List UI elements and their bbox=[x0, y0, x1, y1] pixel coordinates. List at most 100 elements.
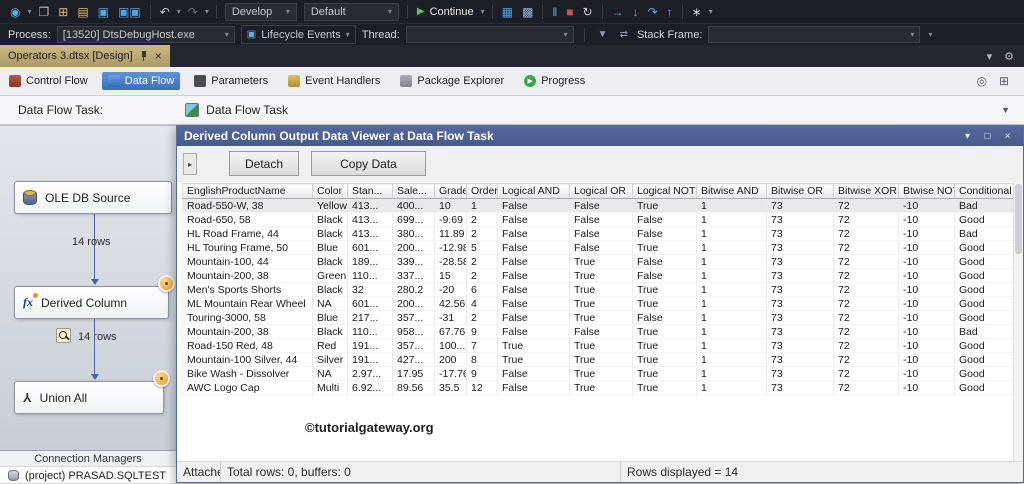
column-header[interactable]: Bitwise XOR bbox=[834, 184, 899, 199]
tab-control-flow[interactable]: Control Flow bbox=[3, 72, 94, 90]
column-header[interactable]: Color bbox=[313, 184, 348, 199]
node-derived-column[interactable]: fx Derived Column bbox=[14, 286, 169, 319]
detach-button[interactable]: Detach bbox=[229, 151, 299, 176]
column-header[interactable]: Grade bbox=[435, 184, 467, 199]
grid-row[interactable]: Road-650, 58Black413...699...-9.692False… bbox=[183, 213, 1021, 227]
column-header[interactable]: Bitwise AND bbox=[697, 184, 767, 199]
maximize-icon[interactable]: □ bbox=[979, 129, 996, 144]
window-icon[interactable]: ❐ bbox=[35, 4, 54, 20]
break-all-icon[interactable]: ‖ bbox=[548, 4, 561, 20]
column-header[interactable]: Logical AND bbox=[498, 184, 570, 199]
grid-cell: -10 bbox=[899, 199, 955, 213]
grid-cell: True bbox=[570, 283, 633, 297]
open-file-icon[interactable]: ▤ bbox=[73, 4, 92, 20]
gear-icon[interactable]: ⚙ bbox=[1004, 50, 1014, 63]
column-header[interactable]: Conditional bbox=[955, 184, 1021, 199]
web-browser-icon[interactable]: ◉ bbox=[6, 4, 24, 20]
grid-row[interactable]: HL Road Frame, 44Black413...380...11.892… bbox=[183, 227, 1021, 241]
data-flow-design-surface[interactable]: OLE DB Source 14 rows fx Derived Column … bbox=[0, 125, 176, 450]
tab-progress[interactable]: Progress bbox=[518, 72, 591, 90]
restart-icon[interactable]: ↻ bbox=[579, 4, 597, 20]
grid-row[interactable]: Mountain-100, 44Black189...339...-28.582… bbox=[183, 255, 1021, 269]
data-flow-task-combo[interactable]: Data Flow Task bbox=[185, 103, 288, 117]
vertical-scrollbar[interactable] bbox=[1013, 182, 1023, 463]
column-header[interactable]: Logical NOT bbox=[633, 184, 697, 199]
configuration-combo[interactable]: Develop▾ bbox=[225, 3, 297, 21]
diagnostics-icon[interactable]: ▦ bbox=[498, 4, 517, 20]
close-icon[interactable]: × bbox=[155, 50, 162, 62]
dialog-title-bar[interactable]: Derived Column Output Data Viewer at Dat… bbox=[177, 126, 1023, 146]
column-chooser-expander[interactable]: ▸ bbox=[183, 153, 197, 175]
column-header[interactable]: Orders bbox=[467, 184, 498, 199]
undo-dropdown-chevron[interactable]: ▾ bbox=[175, 7, 183, 16]
task-bar-overflow-chevron[interactable]: ▼ bbox=[1001, 105, 1024, 115]
grid-cell: 2 bbox=[467, 311, 498, 325]
stack-frame-combo[interactable]: ▾ bbox=[708, 26, 920, 43]
grid-row[interactable]: Men's Sports ShortsBlack32280.2-206False… bbox=[183, 283, 1021, 297]
node-ole-db-source[interactable]: OLE DB Source bbox=[14, 181, 172, 214]
grid-header-row: EnglishProductNameColorStan...Sale...Gra… bbox=[183, 184, 1021, 199]
step-into-icon[interactable]: ↓ bbox=[629, 4, 643, 20]
grid-row[interactable]: Road-150 Red, 48Red191...357...100...7Tr… bbox=[183, 339, 1021, 353]
column-header[interactable]: Stan... bbox=[348, 184, 393, 199]
grid-cell: 11.89 bbox=[435, 227, 467, 241]
show-next-statement-icon[interactable]: → bbox=[608, 4, 628, 20]
tab-package-explorer[interactable]: Package Explorer bbox=[394, 72, 510, 90]
wand-dropdown-chevron[interactable]: ▾ bbox=[707, 7, 715, 16]
grid-row[interactable]: Bike Wash - DissolverNA2.97...17.95-17.7… bbox=[183, 367, 1021, 381]
continue-dropdown-chevron[interactable]: ▾ bbox=[479, 7, 487, 16]
grid-row[interactable]: ML Mountain Rear WheelNA601...200...42.5… bbox=[183, 297, 1021, 311]
thread-combo[interactable]: ▾ bbox=[406, 26, 574, 43]
column-header[interactable]: Bitwise OR bbox=[767, 184, 834, 199]
data-grid[interactable]: EnglishProductNameColorStan...Sale...Gra… bbox=[182, 183, 1021, 395]
package-explorer-icon bbox=[400, 75, 412, 87]
redo-icon[interactable]: ↷ bbox=[184, 4, 202, 20]
column-header[interactable]: Sale... bbox=[393, 184, 435, 199]
grid-row[interactable]: Road-550-W, 38Yellow413...400...101False… bbox=[183, 199, 1021, 213]
continue-button[interactable]: ▶Continue bbox=[413, 6, 478, 18]
window-menu-icon[interactable]: ▾ bbox=[959, 129, 976, 144]
save-all-icon[interactable]: ▣▣ bbox=[114, 4, 145, 20]
new-file-icon[interactable]: ⊞ bbox=[54, 4, 72, 20]
grid-row[interactable]: HL Touring Frame, 50Blue601...200...-12.… bbox=[183, 241, 1021, 255]
pin-icon[interactable] bbox=[140, 51, 148, 62]
toggle-frames-icon[interactable]: ⇄ bbox=[617, 29, 631, 40]
browser-dropdown-chevron[interactable]: ▾ bbox=[25, 7, 33, 16]
toolbar-overflow-chevron[interactable]: ▾ bbox=[926, 30, 934, 39]
visibility-icon[interactable]: ◎ bbox=[976, 74, 986, 88]
flow-path[interactable] bbox=[94, 319, 95, 375]
close-icon[interactable]: × bbox=[999, 129, 1016, 144]
filter-icon[interactable]: ▼ bbox=[595, 29, 611, 40]
tab-parameters[interactable]: Parameters bbox=[188, 72, 274, 90]
grid-row[interactable]: Mountain-200, 38Green110...337...152Fals… bbox=[183, 269, 1021, 283]
step-out-icon[interactable]: ↑ bbox=[663, 4, 677, 20]
save-icon[interactable]: ▣ bbox=[94, 4, 113, 20]
column-header[interactable]: EnglishProductName bbox=[183, 184, 313, 199]
snapshot-icon[interactable]: ▩ bbox=[518, 4, 537, 20]
data-viewer-magnifier-icon[interactable] bbox=[56, 328, 71, 343]
grid-row[interactable]: Mountain-200, 38Black110...958...67.769F… bbox=[183, 325, 1021, 339]
step-over-icon[interactable]: ↷ bbox=[644, 4, 662, 20]
redo-dropdown-chevron[interactable]: ▾ bbox=[203, 7, 211, 16]
layout-icon[interactable]: ⊞ bbox=[999, 74, 1009, 88]
tab-event-handlers[interactable]: Event Handlers bbox=[282, 72, 386, 90]
column-header[interactable]: Logical OR bbox=[570, 184, 633, 199]
grid-cell: -10 bbox=[899, 213, 955, 227]
grid-row[interactable]: Touring-3000, 58Blue217...357...-312Fals… bbox=[183, 311, 1021, 325]
lifecycle-events-group[interactable]: ▣ Lifecycle Events ▾ bbox=[241, 25, 356, 44]
process-combo[interactable]: [13520] DtsDebugHost.exe ▾ bbox=[57, 26, 235, 43]
connection-manager-item[interactable]: (project) PRASAD.SQLTEST bbox=[0, 467, 176, 484]
wand-icon[interactable]: ∗ bbox=[688, 4, 706, 20]
platform-combo[interactable]: Default▾ bbox=[304, 3, 399, 21]
grid-row[interactable]: AWC Logo CapMulti6.92...89.5635.512False… bbox=[183, 381, 1021, 395]
grid-row[interactable]: Mountain-100 Silver, 44Silver191...427..… bbox=[183, 353, 1021, 367]
node-union-all[interactable]: Y Union All bbox=[14, 381, 164, 414]
document-tab[interactable]: Operators 3.dtsx [Design] × bbox=[0, 45, 170, 67]
tab-list-chevron-icon[interactable]: ▾ bbox=[987, 50, 993, 63]
column-header[interactable]: Btwise NOT bbox=[899, 184, 955, 199]
grid-cell: True bbox=[633, 199, 697, 213]
tab-data-flow[interactable]: Data Flow bbox=[102, 72, 181, 90]
undo-icon[interactable]: ↶ bbox=[156, 4, 174, 20]
stop-icon[interactable]: ■ bbox=[562, 4, 577, 20]
copy-data-button[interactable]: Copy Data bbox=[311, 151, 426, 176]
